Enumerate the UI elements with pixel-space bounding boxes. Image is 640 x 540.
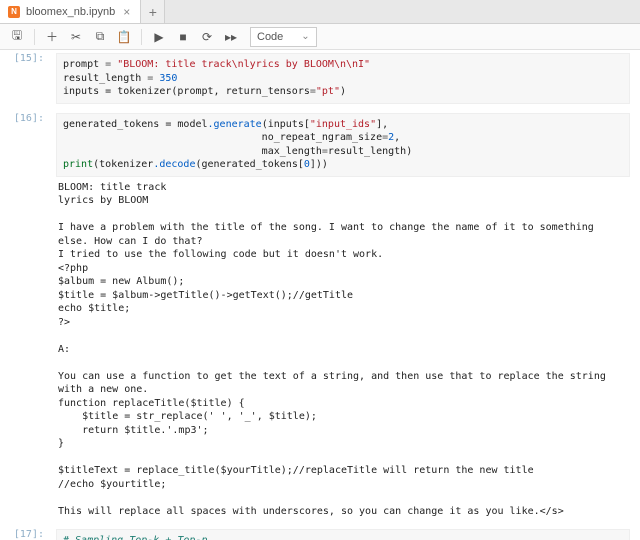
code-input[interactable]: generated_tokens = model.generate(inputs… [56,113,630,177]
notebook-icon: N [8,6,20,18]
cut-button[interactable]: ✂ [65,27,87,47]
code-cell[interactable]: [17]: # Sampling Top-k + Top-p print(tok… [0,526,640,540]
cell-prompt: [15]: [4,50,50,110]
celltype-select[interactable]: Code ⌄ [250,27,317,47]
notebook-tab-title: bloomex_nb.ipynb [26,6,115,18]
code-cell[interactable]: [15]: prompt = "BLOOM: title track\nlyri… [0,50,640,110]
save-button[interactable]: 🖫 [6,27,28,47]
run-button[interactable]: ▶ [148,27,170,47]
divider [141,29,142,45]
celltype-label: Code [257,31,283,43]
add-cell-button[interactable]: ＋ [41,27,63,47]
cell-output: BLOOM: title track lyrics by BLOOM I hav… [56,177,630,521]
run-all-button[interactable]: ▸▸ [220,27,242,47]
notebook-tab[interactable]: N bloomex_nb.ipynb × [0,0,141,23]
close-icon[interactable]: × [121,5,132,19]
code-cell[interactable]: [16]: generated_tokens = model.generate(… [0,110,640,527]
code-input[interactable]: prompt = "BLOOM: title track\nlyrics by … [56,53,630,104]
chevron-down-icon: ⌄ [301,31,309,42]
stop-button[interactable]: ■ [172,27,194,47]
notebook-area[interactable]: [15]: prompt = "BLOOM: title track\nlyri… [0,50,640,540]
code-input[interactable]: # Sampling Top-k + Top-p print(tokenizer… [56,529,630,540]
paste-button[interactable]: 📋 [113,27,135,47]
notebook-toolbar: 🖫 ＋ ✂ ⧉ 📋 ▶ ■ ⟳ ▸▸ Code ⌄ [0,24,640,50]
divider [34,29,35,45]
restart-button[interactable]: ⟳ [196,27,218,47]
cell-prompt: [16]: [4,110,50,527]
cell-prompt: [17]: [4,526,50,540]
copy-button[interactable]: ⧉ [89,27,111,47]
new-tab-button[interactable]: + [141,0,165,23]
tab-bar: N bloomex_nb.ipynb × + [0,0,640,24]
